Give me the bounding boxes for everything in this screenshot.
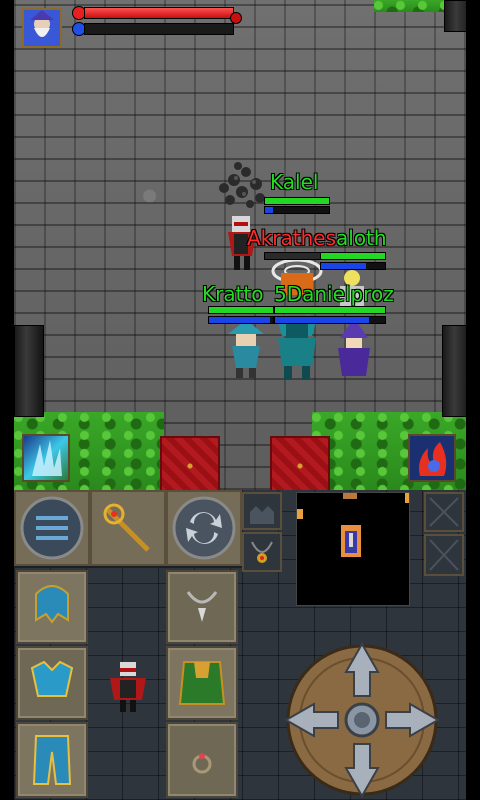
close-x-icon <box>429 539 459 571</box>
ice-shard-icon <box>32 440 62 476</box>
armor-slot[interactable] <box>16 646 88 720</box>
close-button-2[interactable] <box>424 534 464 576</box>
blue-helmet-icon <box>35 585 69 624</box>
necklace-icon <box>251 541 273 563</box>
close-x-icon <box>429 497 459 527</box>
swap-button[interactable] <box>166 490 242 566</box>
swap-arrows-icon <box>172 496 236 560</box>
ring-icon <box>192 753 212 774</box>
golden-staff-icon <box>103 503 150 552</box>
name-5danielproz: 5Danielproz <box>274 284 394 304</box>
mp-bar-aloth <box>320 262 386 270</box>
player-status-bars <box>72 4 242 38</box>
blue-legs-icon <box>32 735 72 785</box>
silver-amulet-icon <box>186 591 218 622</box>
character-kratto[interactable] <box>224 318 268 380</box>
bottom-panel <box>14 490 466 800</box>
character-avatar-icon <box>110 662 146 712</box>
name-kalel: Kalel <box>270 172 318 192</box>
helmet-slot[interactable] <box>16 570 88 644</box>
player-name-kalel: Kalel <box>270 170 319 194</box>
hamburger-menu-icon <box>20 496 84 560</box>
character-wizard[interactable] <box>334 318 374 380</box>
scroll-up-icon <box>250 506 274 524</box>
bar-end-ornament <box>230 12 242 24</box>
weapon-slot[interactable] <box>90 490 166 566</box>
hp-bar-kratto <box>208 306 274 314</box>
hp-bar-kalel <box>264 197 330 205</box>
hp-bar-aloth <box>320 252 386 260</box>
mp-bar-kratto <box>208 316 274 324</box>
skill-left-button[interactable] <box>22 434 70 482</box>
mp-bar-kalel <box>264 206 330 214</box>
player-name-5danielproz: 5Danielproz <box>274 282 394 306</box>
name-kratto: Kratto <box>202 284 264 304</box>
blue-armor-icon <box>30 660 74 697</box>
pillar-top-right <box>444 0 466 32</box>
menu-button[interactable] <box>14 490 90 566</box>
minimap-view <box>297 493 409 557</box>
red-carpet-left <box>160 436 220 490</box>
ring-slot[interactable] <box>166 722 238 798</box>
wizard-portrait-icon <box>24 10 60 46</box>
amulet-slot[interactable] <box>166 570 238 644</box>
mp-bar-5danielproz <box>274 316 386 324</box>
scroll-up-button[interactable] <box>242 492 282 530</box>
name-akrathes: Akrathes <box>247 228 336 248</box>
player-name-kratto: Kratto <box>202 282 264 306</box>
minimap[interactable] <box>296 492 410 606</box>
player-name-akrathes: Akrathes <box>247 226 336 250</box>
game-world[interactable]: Kalel aloth Akrathes Kratto 5Danielproz <box>14 0 466 490</box>
dpad-control[interactable] <box>282 640 442 800</box>
player-hp-bar <box>84 7 234 19</box>
hp-bar-5danielproz <box>274 306 386 314</box>
pillar-left <box>14 325 44 417</box>
close-button-1[interactable] <box>424 492 464 532</box>
player-portrait[interactable] <box>22 8 62 48</box>
name-aloth: aloth <box>336 228 387 248</box>
game-screen: Kalel aloth Akrathes Kratto 5Danielproz <box>0 0 480 800</box>
legs-slot[interactable] <box>16 722 88 798</box>
pillar-right <box>442 325 466 417</box>
necklace-slot[interactable] <box>242 532 282 572</box>
cape-slot[interactable] <box>166 646 238 720</box>
player-name-aloth: aloth <box>336 226 387 250</box>
fire-potion-icon <box>419 442 447 476</box>
skill-right-button[interactable] <box>408 434 456 482</box>
player-mp-bar <box>84 23 234 35</box>
green-cape-icon <box>178 661 226 705</box>
red-carpet-right <box>270 436 330 490</box>
